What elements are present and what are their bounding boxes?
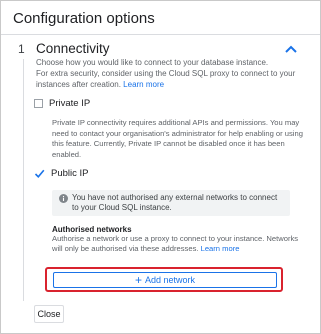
plus-icon: +: [134, 273, 142, 287]
checkmark-icon[interactable]: [34, 168, 45, 179]
divider: [1, 34, 320, 35]
add-network-button[interactable]: + Add network: [53, 272, 277, 288]
panel-title: Configuration options: [13, 10, 155, 27]
public-ip-label: Public IP: [51, 168, 89, 179]
proxy-description: For extra security, consider using the C…: [36, 69, 296, 89]
checkbox-box[interactable]: [34, 99, 43, 108]
step-number: 1: [18, 42, 25, 56]
learn-more-link[interactable]: Learn more: [123, 80, 164, 89]
info-icon: [59, 194, 68, 203]
private-ip-description: Private IP connectivity requires additio…: [52, 118, 303, 159]
private-ip-checkbox[interactable]: Private IP: [34, 98, 90, 109]
no-networks-notice: You have not authorised any external net…: [52, 190, 290, 216]
chevron-up-icon[interactable]: [284, 44, 298, 54]
connectivity-description: Choose how you would like to connect to …: [36, 58, 269, 67]
learn-more-link[interactable]: Learn more: [201, 244, 240, 253]
step-rail: [23, 59, 24, 301]
notice-text: You have not authorised any external net…: [72, 193, 278, 212]
authorised-networks-title: Authorised networks: [52, 225, 132, 234]
authorised-networks-description: Authorise a network or use a proxy to co…: [52, 234, 299, 253]
public-ip-checkbox[interactable]: Public IP: [34, 168, 89, 179]
close-button[interactable]: Close: [34, 305, 64, 323]
private-ip-label: Private IP: [49, 98, 91, 109]
step-title: Connectivity: [36, 41, 110, 56]
configuration-panel: Configuration options 1 Connectivity Cho…: [0, 0, 321, 334]
add-network-label: Add network: [144, 275, 196, 285]
